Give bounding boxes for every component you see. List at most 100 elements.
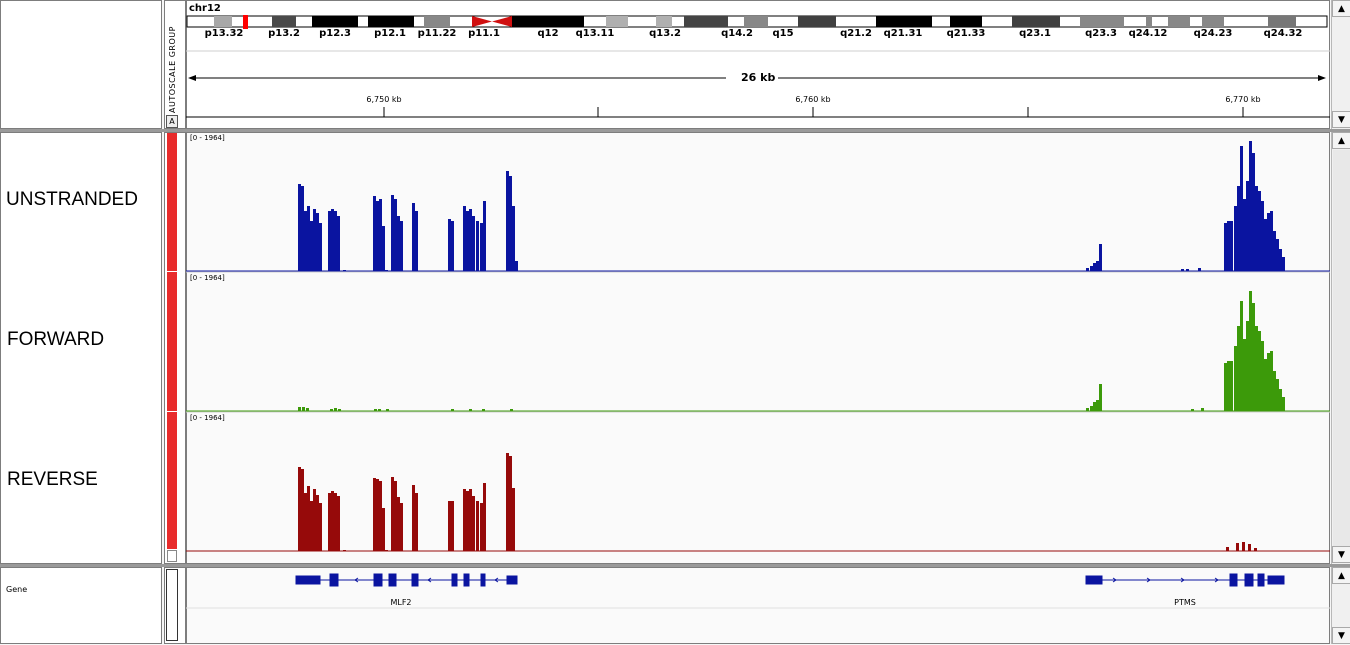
coverage-bar[interactable] [1248, 544, 1251, 551]
coverage-bar[interactable] [1096, 400, 1099, 411]
data-scrollbar[interactable]: ▲ ▼ [1331, 132, 1350, 564]
scroll-up-button[interactable]: ▲ [1332, 567, 1350, 584]
coverage-bar[interactable] [1252, 153, 1255, 271]
scroll-down-button[interactable]: ▼ [1332, 111, 1350, 128]
coverage-bar[interactable] [506, 453, 509, 551]
coverage-bar[interactable] [1090, 406, 1093, 411]
coverage-bar[interactable] [1276, 379, 1279, 411]
coverage-bar[interactable] [1273, 231, 1276, 271]
coverage-bar[interactable] [1224, 363, 1227, 411]
coverage-bar[interactable] [376, 201, 379, 271]
coverage-bar[interactable] [1249, 141, 1252, 271]
coverage-bar[interactable] [313, 209, 316, 271]
scroll-track[interactable] [1333, 150, 1350, 546]
coverage-bar[interactable] [376, 479, 379, 551]
coverage-bar[interactable] [480, 223, 483, 271]
coverage-bar[interactable] [1267, 353, 1270, 411]
coverage-bar[interactable] [400, 221, 403, 271]
coverage-bar[interactable] [1240, 146, 1243, 271]
coverage-bar[interactable] [304, 211, 307, 271]
coverage-bar[interactable] [448, 219, 451, 271]
coverage-bar[interactable] [302, 407, 305, 411]
coverage-bar[interactable] [1264, 359, 1267, 411]
coverage-bar[interactable] [1099, 384, 1102, 411]
coverage-bar[interactable] [1267, 213, 1270, 271]
coverage-bar[interactable] [373, 478, 376, 551]
coverage-bar[interactable] [451, 409, 454, 411]
coverage-bar[interactable] [382, 226, 385, 271]
coverage-bar[interactable] [510, 409, 513, 411]
coverage-bar[interactable] [1243, 199, 1246, 271]
coverage-bar[interactable] [472, 216, 475, 271]
coverage-bar[interactable] [310, 501, 313, 551]
coverage-bar[interactable] [1261, 341, 1264, 411]
coverage-bar[interactable] [480, 503, 483, 551]
coverage-bar[interactable] [379, 481, 382, 551]
coverage-bar[interactable] [483, 483, 486, 551]
coverage-bar[interactable] [1264, 219, 1267, 271]
coverage-bar[interactable] [385, 550, 388, 551]
coverage-bar[interactable] [379, 199, 382, 271]
gene-name-label[interactable]: PTMS [1174, 598, 1196, 607]
chromosome-ideogram[interactable] [186, 15, 1328, 29]
coverage-bar[interactable] [1258, 191, 1261, 271]
coverage-bar[interactable] [512, 488, 515, 551]
coverage-bar[interactable] [1230, 361, 1233, 411]
coverage-bar[interactable] [331, 209, 334, 271]
gene-track-name[interactable]: Gene [6, 585, 27, 594]
coverage-bar[interactable] [316, 495, 319, 551]
coverage-bar[interactable] [394, 481, 397, 551]
coverage-bar[interactable] [394, 199, 397, 271]
coverage-bar[interactable] [334, 493, 337, 551]
coverage-tracks[interactable] [186, 132, 1330, 564]
coverage-bar[interactable] [1270, 351, 1273, 411]
coverage-bar[interactable] [386, 409, 389, 411]
coverage-bar[interactable] [304, 493, 307, 551]
scroll-down-button[interactable]: ▼ [1332, 546, 1350, 563]
coverage-bar[interactable] [1249, 291, 1252, 411]
coverage-bar[interactable] [469, 209, 472, 271]
coverage-bar[interactable] [1226, 547, 1229, 551]
scroll-down-button[interactable]: ▼ [1332, 627, 1350, 644]
coverage-bar[interactable] [306, 408, 309, 411]
coverage-bar[interactable] [382, 508, 385, 551]
coverage-bar[interactable] [476, 501, 479, 551]
coverage-bar[interactable] [1255, 186, 1258, 271]
coverage-bar[interactable] [1234, 206, 1237, 271]
coverage-bar[interactable] [451, 221, 454, 271]
coverage-bar[interactable] [1246, 321, 1249, 411]
coverage-bar[interactable] [466, 211, 469, 271]
coverage-bar[interactable] [330, 409, 333, 411]
coverage-bar[interactable] [1093, 402, 1096, 411]
coverage-bar[interactable] [378, 409, 381, 411]
coverage-bar[interactable] [1224, 223, 1227, 271]
coverage-bar[interactable] [1201, 408, 1204, 411]
coverage-bar[interactable] [337, 496, 340, 551]
coverage-bar[interactable] [334, 408, 337, 411]
coverage-bar[interactable] [482, 409, 485, 411]
coverage-bar[interactable] [1279, 389, 1282, 411]
coverage-bar[interactable] [319, 503, 322, 551]
coverage-bar[interactable] [1230, 221, 1233, 271]
coverage-bar[interactable] [301, 186, 304, 271]
header-scrollbar[interactable]: ▲ ▼ [1331, 0, 1350, 129]
coverage-bar[interactable] [298, 467, 301, 551]
coverage-bar[interactable] [1276, 239, 1279, 271]
coverage-bar[interactable] [334, 211, 337, 271]
gene-name-label[interactable]: MLF2 [390, 598, 411, 607]
coverage-bar[interactable] [1282, 397, 1285, 411]
coverage-bar[interactable] [1270, 211, 1273, 271]
ruler[interactable] [186, 50, 1330, 129]
coverage-bar[interactable] [1093, 263, 1096, 271]
attribute-cell[interactable] [167, 272, 177, 412]
coverage-bar[interactable] [466, 491, 469, 551]
coverage-bar[interactable] [1227, 361, 1230, 411]
coverage-bar[interactable] [1181, 269, 1184, 271]
coverage-bar[interactable] [463, 206, 466, 271]
attribute-cell[interactable] [167, 412, 177, 549]
coverage-bar[interactable] [1246, 181, 1249, 271]
coverage-bar[interactable] [397, 497, 400, 551]
coverage-bar[interactable] [1237, 186, 1240, 271]
coverage-bar[interactable] [1191, 409, 1194, 411]
coverage-bar[interactable] [310, 221, 313, 271]
